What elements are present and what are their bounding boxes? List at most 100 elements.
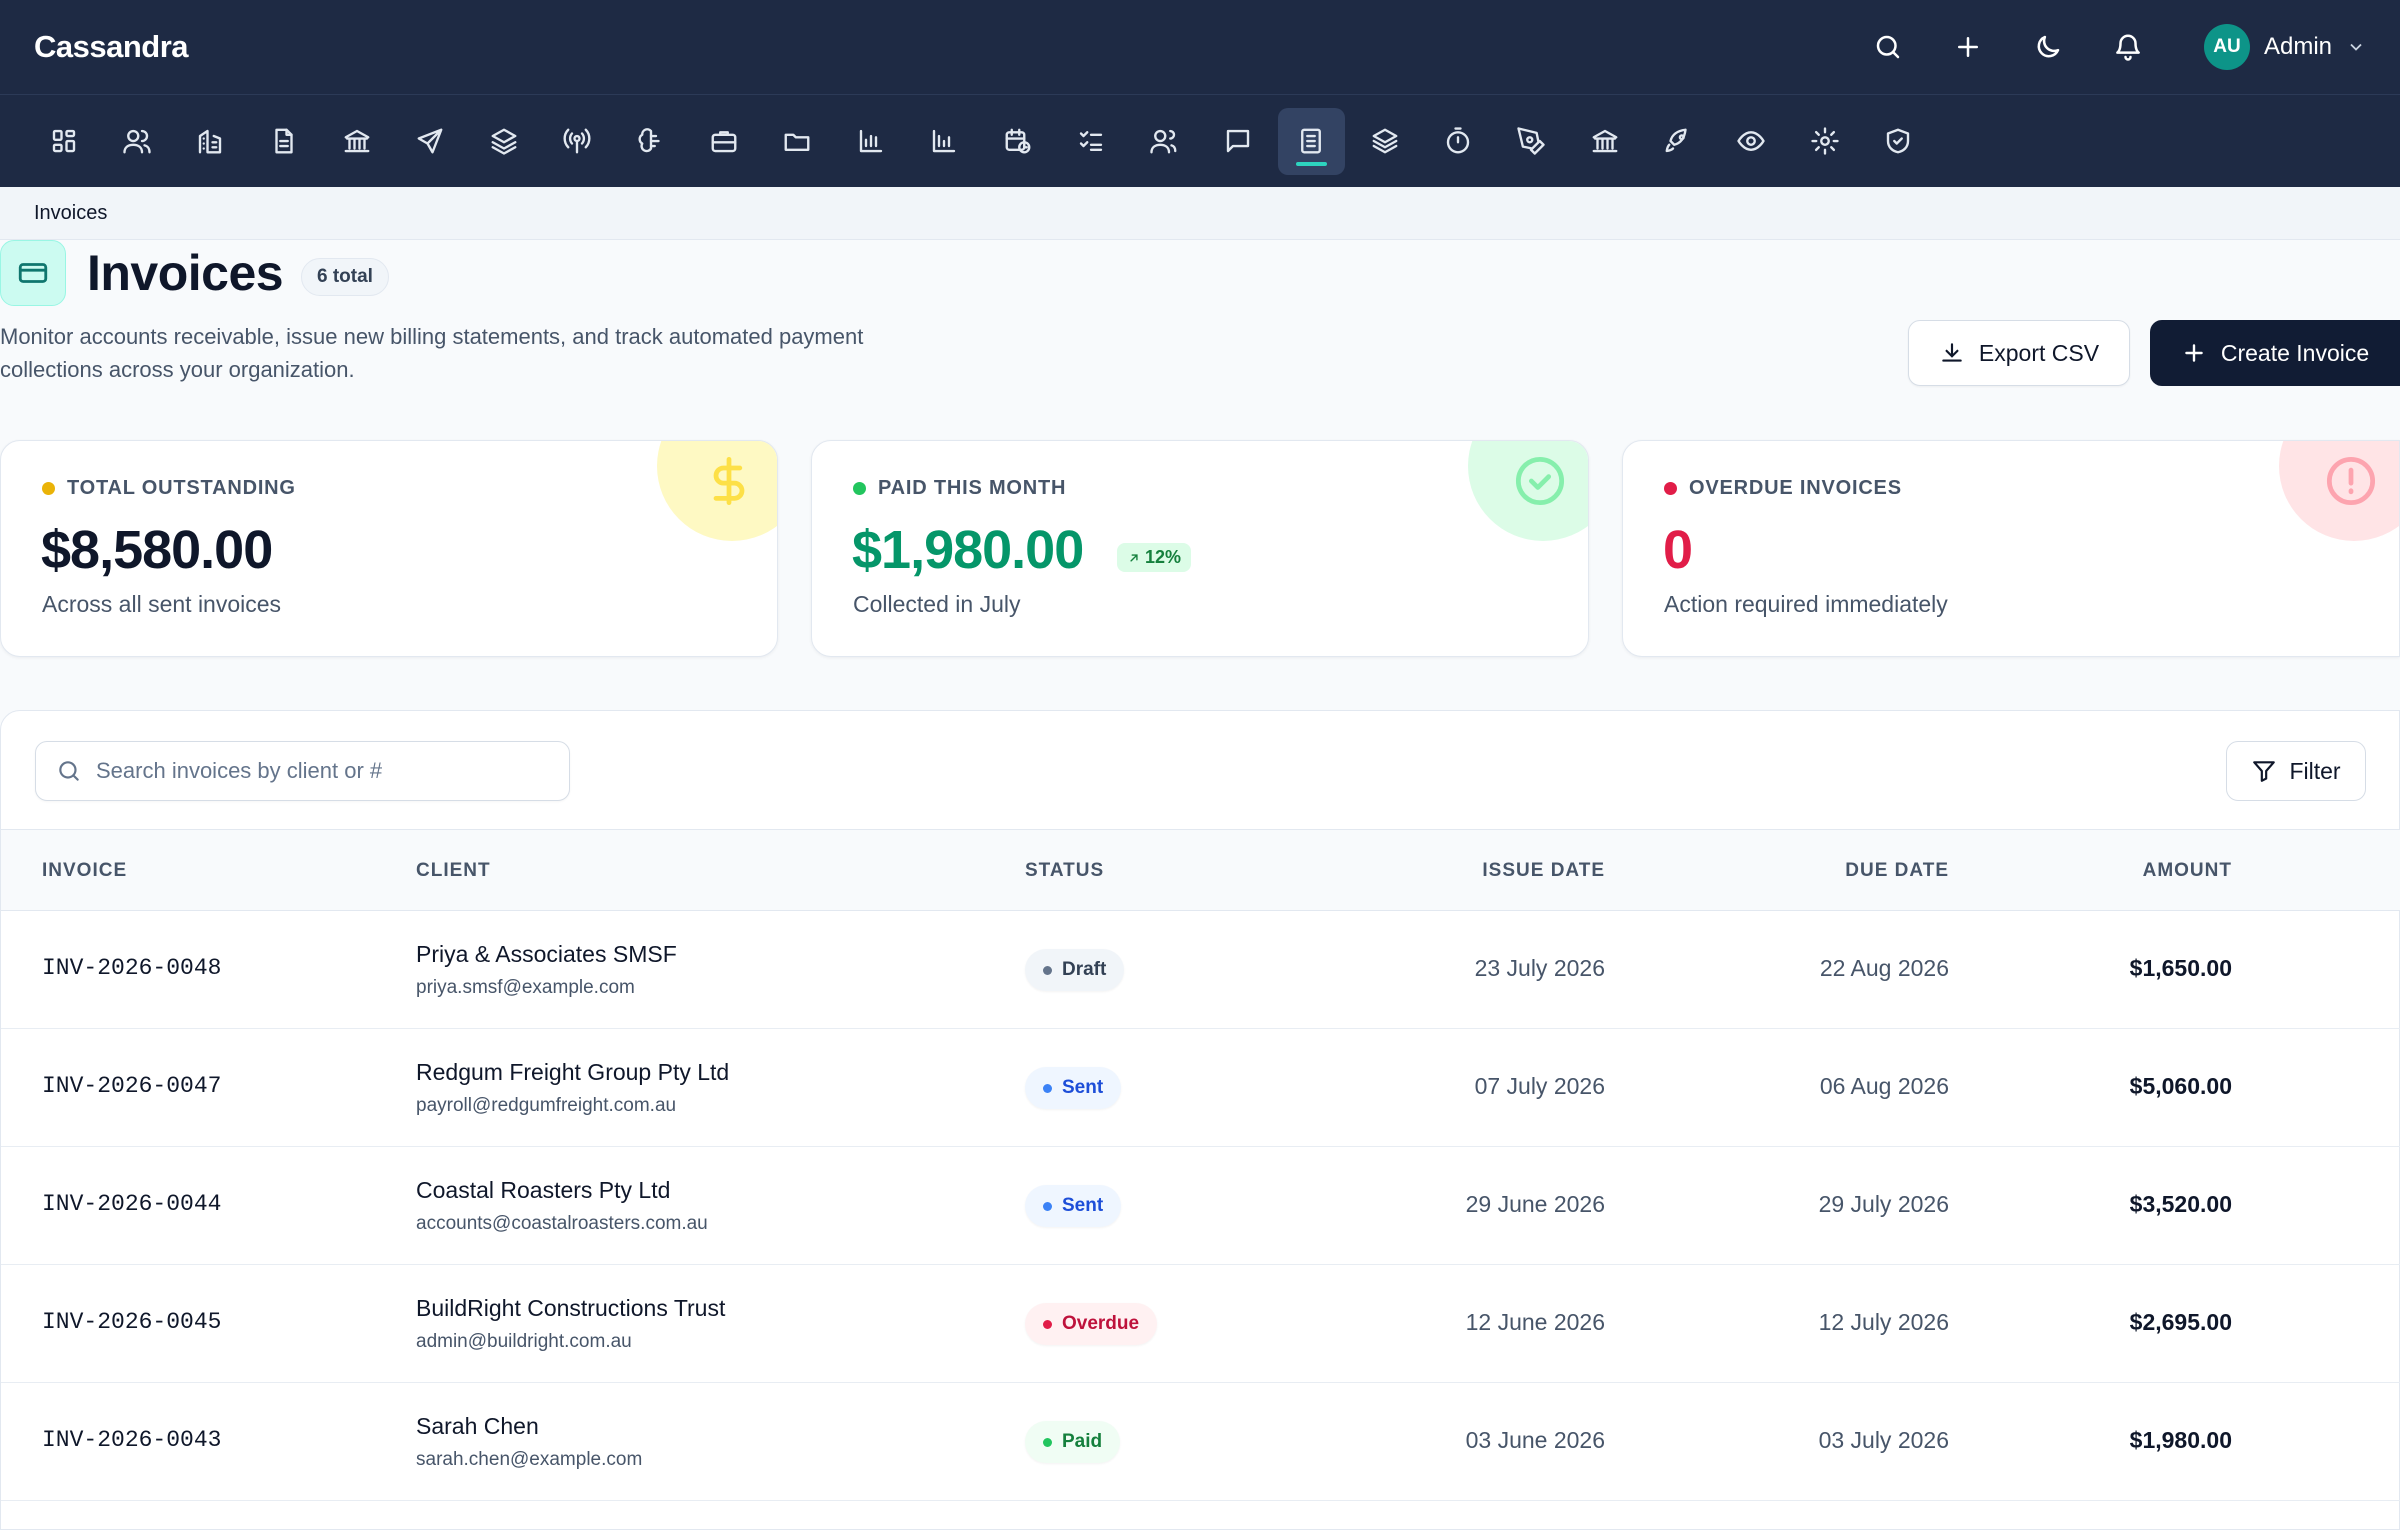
stat-description: Action required immediately [1664,591,1948,617]
export-csv-button[interactable]: Export CSV [1908,320,2130,386]
nav-folder[interactable] [764,108,831,175]
issue-date: 23 July 2026 [1474,955,1605,981]
stat-value: $8,580.00 [41,520,273,580]
amount: $3,520.00 [2129,1191,2232,1217]
nav-briefcase[interactable] [691,108,758,175]
plus-icon [2185,344,2203,362]
nav-stack[interactable] [1351,108,1418,175]
stat-description: Collected in July [853,591,1021,617]
page-subtitle: Monitor accounts receivable, issue new b… [0,324,864,382]
invoice-number[interactable]: INV-2026-0047 [42,1073,221,1099]
nav-team[interactable] [1131,108,1198,175]
icon-nav [0,94,2400,187]
nav-dashboard[interactable] [30,108,97,175]
rocket-icon [1665,128,1687,153]
layers-icon [491,128,517,155]
plus-icon[interactable] [1928,17,2008,77]
top-actions: AU Admin [1848,17,2366,77]
moon-icon[interactable] [2008,17,2088,77]
nav-settings[interactable] [1791,108,1858,175]
filter-button[interactable]: Filter [2226,741,2366,801]
nav-users[interactable] [103,108,170,175]
create-invoice-button[interactable]: Create Invoice [2150,320,2400,386]
check-circle-icon [1514,455,1566,507]
issue-date: 07 July 2026 [1474,1073,1605,1099]
column-header-status[interactable]: STATUS [1025,860,1104,882]
table-row[interactable]: INV-2026-0045 BuildRight Constructions Tr… [1,1265,2400,1383]
checklist-icon [1079,131,1103,151]
column-header-issue-date[interactable]: ISSUE DATE [1482,860,1605,882]
client-name: Coastal Roasters Pty Ltd [416,1177,671,1203]
nav-security[interactable] [1865,108,1932,175]
trend-value: 12% [1145,547,1182,567]
status-text: Draft [1062,959,1107,980]
nav-schedule[interactable] [984,108,1051,175]
client-email: payroll@redgumfreight.com.au [416,1095,677,1116]
column-header-due-date[interactable]: DUE DATE [1845,860,1949,882]
status-dot [853,482,866,495]
stat-value: 0 [1663,520,1693,580]
column-header-invoice[interactable]: INVOICE [42,860,127,882]
stat-label-text: TOTAL OUTSTANDING [67,477,296,499]
total-badge: 6 total [301,258,389,296]
invoice-number[interactable]: INV-2026-0043 [42,1427,221,1453]
search-icon[interactable] [1848,17,1928,77]
arrow-up-right-icon [1130,553,1138,562]
nav-layers[interactable] [470,108,537,175]
app-brand[interactable]: Cassandra [34,29,189,65]
users-icon [123,129,151,154]
broadcast-icon [563,128,591,154]
client-name: Redgum Freight Group Pty Ltd [416,1059,730,1085]
nav-documents[interactable] [250,108,317,175]
nav-institution[interactable] [1571,108,1638,175]
dashboard-icon [52,129,75,153]
invoice-number[interactable]: INV-2026-0045 [42,1309,221,1335]
chevron-down-icon [2346,37,2366,57]
nav-bank[interactable] [324,108,391,175]
institution-icon [1592,129,1618,153]
nav-view[interactable] [1718,108,1785,175]
table-row[interactable]: INV-2026-0047 Redgum Freight Group Pty Lt… [1,1029,2400,1147]
issue-date: 12 June 2026 [1465,1309,1605,1335]
column-header-client[interactable]: CLIENT [416,860,491,882]
nav-reports[interactable] [911,108,978,175]
search-input[interactable] [96,758,536,784]
nav-buildings[interactable] [177,108,244,175]
status-text: Overdue [1062,1313,1140,1334]
column-header-amount[interactable]: AMOUNT [2143,860,2232,882]
breadcrumb-current[interactable]: Invoices [34,202,107,225]
due-date: 12 July 2026 [1818,1309,1949,1335]
nav-invoices[interactable] [1277,107,1345,175]
bell-icon[interactable] [2088,17,2168,77]
table-row[interactable]: INV-2026-0044 Coastal Roasters Pty Ltd acc… [1,1147,2400,1265]
status-dot [1043,1319,1052,1329]
table-row[interactable]: INV-2026-0043 Sarah Chen sarah.chen@exampl… [1,1383,2400,1501]
due-date: 29 July 2026 [1818,1191,1949,1217]
bar-chart-alt-icon [933,129,956,153]
bank-icon [344,129,370,153]
nav-tasks[interactable] [1057,108,1124,175]
client-email: sarah.chen@example.com [416,1449,643,1470]
invoice-number[interactable]: INV-2026-0044 [42,1191,221,1217]
status-dot [1664,482,1677,495]
invoice-number[interactable]: INV-2026-0048 [42,955,221,981]
stat-card-overdue: OVERDUE INVOICES 0 Action required immed… [1622,440,2400,657]
nav-analytics[interactable] [837,108,904,175]
nav-messages[interactable] [1204,108,1271,175]
stat-label: PAID THIS MONTH [853,477,1066,500]
nav-timer[interactable] [1424,108,1491,175]
table-row[interactable]: INV-2026-0048 Priya & Associates SMSF priy… [1,911,2400,1029]
amount: $5,060.00 [2129,1073,2232,1099]
team-icon [1150,129,1177,154]
nav-send[interactable] [397,108,464,175]
client-email: priya.smsf@example.com [416,977,635,998]
avatar: AU [2203,24,2250,70]
nav-broadcast[interactable] [544,108,611,175]
nav-design[interactable] [1498,108,1565,175]
nav-brain[interactable] [617,108,684,175]
export-csv-label: Export CSV [1978,339,2100,366]
invoice-icon [1301,128,1322,154]
user-menu[interactable]: AU Admin [2203,24,2366,70]
stat-label: OVERDUE INVOICES [1664,477,1902,500]
nav-launch[interactable] [1645,108,1712,175]
